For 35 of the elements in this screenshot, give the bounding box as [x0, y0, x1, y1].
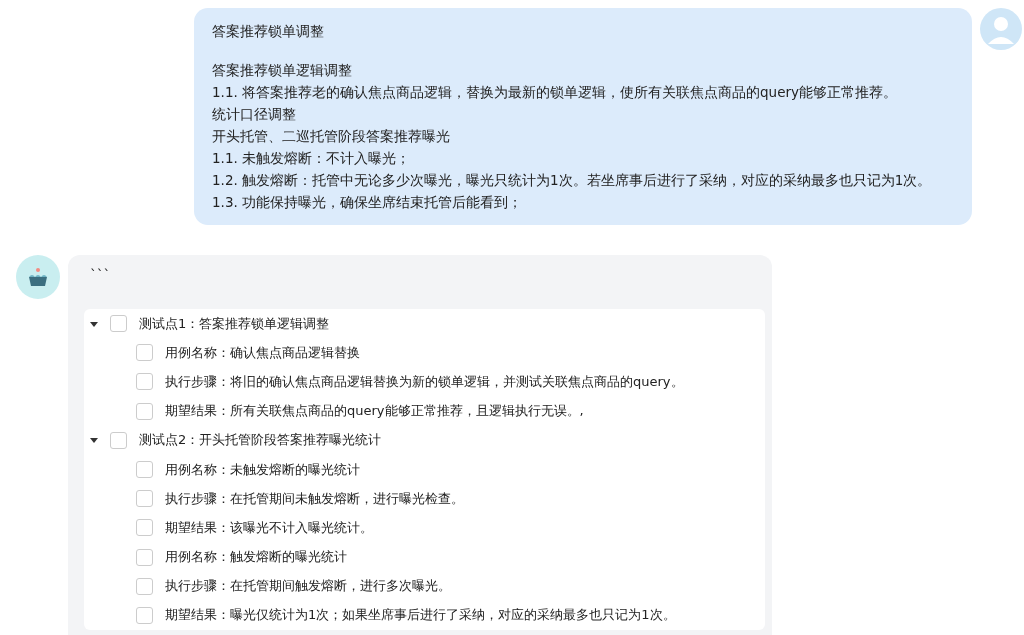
message-line: 开头托管、二巡托管阶段答案推荐曝光: [212, 127, 451, 146]
message-line: 统计口径调整: [212, 105, 297, 124]
checkbox[interactable]: [136, 519, 153, 537]
checkbox[interactable]: [110, 315, 127, 333]
code-fence: ```: [90, 266, 111, 285]
checklist-item: 执行步骤：将旧的确认焦点商品逻辑替换为新的锁单逻辑，并测试关联焦点商品的query。: [165, 372, 684, 391]
checklist-item: 测试点1：答案推荐锁单逻辑调整: [139, 314, 330, 333]
message-line: 1.2. 触发熔断：托管中无论多少次曝光，曝光只统计为1次。若坐席事后进行了采纳，对应的采纳最多也只记为1次。: [212, 171, 933, 190]
checklist-item: 执行步骤：在托管期间未触发熔断，进行曝光检查。: [165, 489, 464, 508]
checklist-item: 测试点2：开头托管阶段答案推荐曝光统计: [139, 431, 382, 450]
message-line: 1.1. 将答案推荐老的确认焦点商品逻辑，替换为最新的锁单逻辑，使所有关联焦点商品的query能够正常推荐。: [212, 83, 899, 102]
caret-icon[interactable]: [90, 319, 98, 328]
checklist-item: 用例名称：触发熔断的曝光统计: [165, 548, 347, 567]
checkbox[interactable]: [136, 490, 153, 508]
checkbox[interactable]: [136, 606, 153, 624]
checkbox[interactable]: [110, 431, 127, 449]
checkbox[interactable]: [136, 373, 153, 391]
checklist-item: 期望结果：所有关联焦点商品的query能够正常推荐，且逻辑执行无误。,: [165, 402, 584, 421]
checklist-item: 执行步骤：在托管期间触发熔断，进行多次曝光。: [165, 577, 451, 596]
checkbox[interactable]: [136, 577, 153, 595]
checklist-item: 期望结果：该曝光不计入曝光统计。: [165, 518, 373, 537]
checkbox[interactable]: [136, 548, 153, 566]
message-line: 答案推荐锁单逻辑调整: [212, 61, 353, 80]
message-line: 1.1. 未触发熔断：不计入曝光；: [212, 149, 412, 168]
message-line: 1.3. 功能保持曝光，确保坐席结束托管后能看到；: [212, 193, 524, 212]
checkbox[interactable]: [136, 461, 153, 479]
checkbox[interactable]: [136, 344, 153, 362]
checklist-item: 用例名称：未触发熔断的曝光统计: [165, 460, 360, 479]
checklist-item: 用例名称：确认焦点商品逻辑替换: [165, 343, 360, 362]
caret-icon[interactable]: [90, 436, 98, 445]
checkbox[interactable]: [136, 402, 153, 420]
bot-avatar-icon: [16, 255, 60, 299]
message-title: 答案推荐锁单调整: [212, 22, 325, 41]
user-avatar-icon: [980, 8, 1022, 50]
checklist-item: 期望结果：曝光仅统计为1次；如果坐席事后进行了采纳，对应的采纳最多也只记为1次。: [165, 606, 676, 625]
